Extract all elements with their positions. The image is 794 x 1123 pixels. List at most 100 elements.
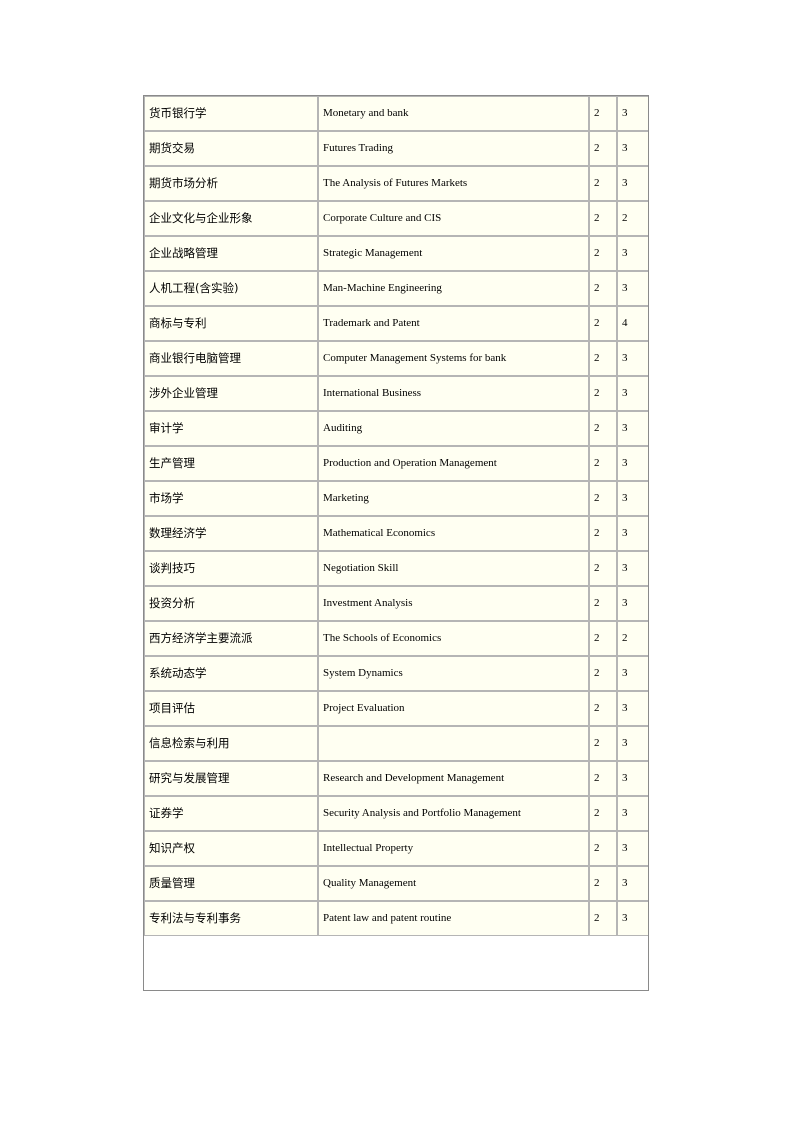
course-table: 货币银行学 Monetary and bank 2 3 期货交易 Futures Trad… bbox=[144, 96, 649, 936]
table-row: 企业战略管理 Strategic Management 2 3 bbox=[144, 236, 649, 271]
course-name-en-cell: Corporate Culture and CIS bbox=[318, 201, 589, 236]
course-name-cn-cell: 谈判技巧 bbox=[144, 551, 318, 586]
course-credits-cell: 2 bbox=[589, 271, 617, 306]
table-row: 数理经济学 Mathematical Economics 2 3 bbox=[144, 516, 649, 551]
course-credits-cell: 2 bbox=[589, 761, 617, 796]
course-name-cn-cell: 商标与专利 bbox=[144, 306, 318, 341]
document-page: 货币银行学 Monetary and bank 2 3 期货交易 Futures Trad… bbox=[0, 0, 794, 1123]
course-credits-cell: 2 bbox=[589, 621, 617, 656]
course-credits-cell: 2 bbox=[589, 726, 617, 761]
course-name-en-cell: Quality Management bbox=[318, 866, 589, 901]
course-name-en-cell: Research and Development Management bbox=[318, 761, 589, 796]
course-hours-cell: 3 bbox=[617, 96, 649, 131]
table-row: 系统动态学 System Dynamics 2 3 bbox=[144, 656, 649, 691]
course-hours-cell: 3 bbox=[617, 796, 649, 831]
course-name-en-cell: Strategic Management bbox=[318, 236, 589, 271]
course-credits-cell: 2 bbox=[589, 236, 617, 271]
course-credits-cell: 2 bbox=[589, 656, 617, 691]
course-credits-cell: 2 bbox=[589, 446, 617, 481]
course-credits-cell: 2 bbox=[589, 866, 617, 901]
course-hours-cell: 3 bbox=[617, 516, 649, 551]
table-row: 涉外企业管理 International Business 2 3 bbox=[144, 376, 649, 411]
course-hours-cell: 3 bbox=[617, 411, 649, 446]
course-name-en-cell: Mathematical Economics bbox=[318, 516, 589, 551]
course-name-en-cell: Patent law and patent routine bbox=[318, 901, 589, 936]
course-name-en-cell: Man-Machine Engineering bbox=[318, 271, 589, 306]
course-name-en-cell: International Business bbox=[318, 376, 589, 411]
course-hours-cell: 3 bbox=[617, 236, 649, 271]
table-row: 研究与发展管理 Research and Development Manageme… bbox=[144, 761, 649, 796]
course-hours-cell: 3 bbox=[617, 901, 649, 936]
course-name-en-cell: System Dynamics bbox=[318, 656, 589, 691]
course-name-cn-cell: 涉外企业管理 bbox=[144, 376, 318, 411]
course-credits-cell: 2 bbox=[589, 201, 617, 236]
table-row: 证券学 Security Analysis and Portfolio Manag… bbox=[144, 796, 649, 831]
table-row: 西方经济学主要流派 The Schools of Economics 2 2 bbox=[144, 621, 649, 656]
course-credits-cell: 2 bbox=[589, 796, 617, 831]
course-name-cn-cell: 生产管理 bbox=[144, 446, 318, 481]
table-row: 质量管理 Quality Management 2 3 bbox=[144, 866, 649, 901]
course-credits-cell: 2 bbox=[589, 691, 617, 726]
course-name-cn-cell: 市场学 bbox=[144, 481, 318, 516]
course-name-cn-cell: 期货市场分析 bbox=[144, 166, 318, 201]
course-name-cn-cell: 数理经济学 bbox=[144, 516, 318, 551]
course-name-en-cell: The Analysis of Futures Markets bbox=[318, 166, 589, 201]
course-name-cn-cell: 专利法与专利事务 bbox=[144, 901, 318, 936]
course-name-en-cell: Marketing bbox=[318, 481, 589, 516]
course-name-cn-cell: 质量管理 bbox=[144, 866, 318, 901]
course-name-en-cell: The Schools of Economics bbox=[318, 621, 589, 656]
course-name-cn-cell: 商业银行电脑管理 bbox=[144, 341, 318, 376]
table-row: 人机工程(含实验) Man-Machine Engineering 2 3 bbox=[144, 271, 649, 306]
course-hours-cell: 3 bbox=[617, 586, 649, 621]
course-name-en-cell: Futures Trading bbox=[318, 131, 589, 166]
table-row: 货币银行学 Monetary and bank 2 3 bbox=[144, 96, 649, 131]
course-hours-cell: 3 bbox=[617, 761, 649, 796]
course-credits-cell: 2 bbox=[589, 411, 617, 446]
table-row: 期货市场分析 The Analysis of Futures Markets 2 3 bbox=[144, 166, 649, 201]
course-credits-cell: 2 bbox=[589, 306, 617, 341]
course-name-cn-cell: 研究与发展管理 bbox=[144, 761, 318, 796]
course-credits-cell: 2 bbox=[589, 341, 617, 376]
course-name-cn-cell: 西方经济学主要流派 bbox=[144, 621, 318, 656]
course-hours-cell: 3 bbox=[617, 726, 649, 761]
course-name-en-cell: Monetary and bank bbox=[318, 96, 589, 131]
course-name-cn-cell: 项目评估 bbox=[144, 691, 318, 726]
course-table-body: 货币银行学 Monetary and bank 2 3 期货交易 Futures Trad… bbox=[144, 96, 649, 936]
course-name-cn-cell: 企业文化与企业形象 bbox=[144, 201, 318, 236]
course-hours-cell: 3 bbox=[617, 691, 649, 726]
course-hours-cell: 3 bbox=[617, 446, 649, 481]
course-credits-cell: 2 bbox=[589, 376, 617, 411]
course-hours-cell: 3 bbox=[617, 271, 649, 306]
course-name-en-cell: Trademark and Patent bbox=[318, 306, 589, 341]
course-hours-cell: 3 bbox=[617, 551, 649, 586]
table-row: 商标与专利 Trademark and Patent 2 4 bbox=[144, 306, 649, 341]
table-row: 商业银行电脑管理 Computer Management Systems for … bbox=[144, 341, 649, 376]
table-row: 专利法与专利事务 Patent law and patent routine 2 3 bbox=[144, 901, 649, 936]
course-credits-cell: 2 bbox=[589, 131, 617, 166]
course-name-en-cell: Negotiation Skill bbox=[318, 551, 589, 586]
table-row: 生产管理 Production and Operation Management 2… bbox=[144, 446, 649, 481]
course-name-cn-cell: 投资分析 bbox=[144, 586, 318, 621]
course-name-cn-cell: 审计学 bbox=[144, 411, 318, 446]
course-credits-cell: 2 bbox=[589, 96, 617, 131]
course-hours-cell: 2 bbox=[617, 621, 649, 656]
table-row: 投资分析 Investment Analysis 2 3 bbox=[144, 586, 649, 621]
course-hours-cell: 3 bbox=[617, 656, 649, 691]
table-row: 审计学 Auditing 2 3 bbox=[144, 411, 649, 446]
course-name-cn-cell: 人机工程(含实验) bbox=[144, 271, 318, 306]
course-credits-cell: 2 bbox=[589, 481, 617, 516]
course-name-cn-cell: 系统动态学 bbox=[144, 656, 318, 691]
table-row: 知识产权 Intellectual Property 2 3 bbox=[144, 831, 649, 866]
course-credits-cell: 2 bbox=[589, 831, 617, 866]
course-name-en-cell: Computer Management Systems for bank bbox=[318, 341, 589, 376]
course-hours-cell: 2 bbox=[617, 201, 649, 236]
course-name-cn-cell: 期货交易 bbox=[144, 131, 318, 166]
course-name-en-cell: Security Analysis and Portfolio Manageme… bbox=[318, 796, 589, 831]
course-credits-cell: 2 bbox=[589, 901, 617, 936]
table-row: 期货交易 Futures Trading 2 3 bbox=[144, 131, 649, 166]
table-row: 信息检索与利用 2 3 bbox=[144, 726, 649, 761]
course-table-container: 货币银行学 Monetary and bank 2 3 期货交易 Futures Trad… bbox=[144, 96, 649, 936]
course-name-en-cell: Investment Analysis bbox=[318, 586, 589, 621]
course-name-cn-cell: 企业战略管理 bbox=[144, 236, 318, 271]
course-name-en-cell: Project Evaluation bbox=[318, 691, 589, 726]
